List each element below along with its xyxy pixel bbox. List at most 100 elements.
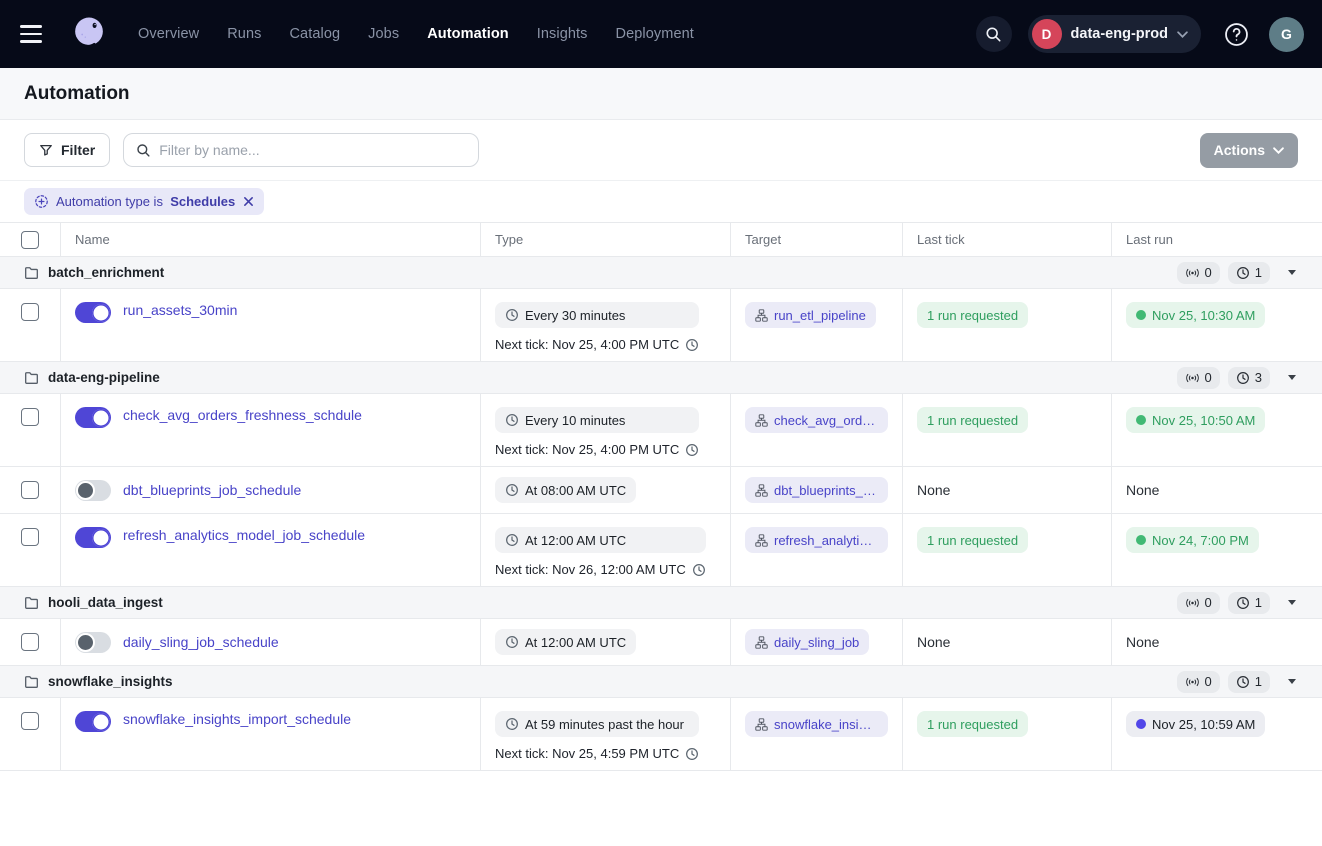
row-checkbox[interactable] — [21, 303, 39, 321]
filter-button[interactable]: Filter — [24, 133, 110, 167]
user-avatar[interactable]: G — [1269, 17, 1304, 52]
nav-item-jobs[interactable]: Jobs — [368, 26, 399, 42]
enabled-toggle[interactable] — [75, 711, 111, 732]
row-checkbox[interactable] — [21, 712, 39, 730]
nav-item-deployment[interactable]: Deployment — [616, 26, 694, 42]
enabled-toggle[interactable] — [75, 302, 111, 323]
last-tick-cell: 1 run requested — [903, 394, 1112, 466]
group-row: batch_enrichment01 — [0, 257, 1322, 289]
clock-icon — [505, 483, 519, 497]
nav-item-runs[interactable]: Runs — [227, 26, 261, 42]
row-checkbox[interactable] — [21, 408, 39, 426]
automation-name-link[interactable]: run_assets_30min — [123, 302, 237, 318]
type-cell: At 12:00 AM UTC — [481, 619, 731, 665]
job-icon — [755, 309, 768, 322]
last-run-pill[interactable]: Nov 25, 10:50 AM — [1126, 407, 1265, 433]
enabled-toggle[interactable] — [75, 407, 111, 428]
table-row: run_assets_30minEvery 30 minutesNext tic… — [0, 289, 1322, 362]
last-tick-cell: None — [903, 619, 1112, 665]
enabled-toggle[interactable] — [75, 480, 111, 501]
dagster-logo-icon[interactable] — [68, 13, 110, 55]
table-row: snowflake_insights_import_schedule At 59 … — [0, 698, 1322, 771]
schedule-type-pill: At 12:00 AM UTC — [495, 527, 706, 553]
top-nav: Overview Runs Catalog Jobs Automation Insight… — [0, 0, 1322, 68]
sensor-count-badge: 0 — [1177, 671, 1220, 693]
menu-icon[interactable] — [20, 20, 48, 48]
type-cell: At 12:00 AM UTCNext tick: Nov 26, 12:00 … — [481, 514, 731, 586]
enabled-toggle[interactable] — [75, 632, 111, 653]
automation-name-link[interactable]: refresh_analytics_model_job_schedule — [123, 527, 365, 543]
automation-name-link[interactable]: daily_sling_job_schedule — [123, 634, 279, 650]
table-row: daily_sling_job_schedule At 12:00 AM UTC d… — [0, 619, 1322, 666]
last-run-pill[interactable]: Nov 25, 10:59 AM — [1126, 711, 1265, 737]
target-pill[interactable]: check_avg_orders_ — [745, 407, 888, 433]
sensor-icon — [1185, 597, 1200, 609]
row-checkbox[interactable] — [21, 481, 39, 499]
clock-icon — [505, 533, 519, 547]
caret-down-icon[interactable] — [1288, 270, 1296, 275]
type-info: At 12:00 AM UTCNext tick: Nov 26, 12:00 … — [495, 527, 706, 577]
job-icon — [755, 484, 768, 497]
nav-item-automation[interactable]: Automation — [427, 26, 509, 42]
automation-type-icon — [34, 194, 49, 209]
type-info: At 08:00 AM UTC — [495, 477, 636, 503]
toolbar: Filter Actions — [0, 120, 1322, 181]
enabled-toggle[interactable] — [75, 527, 111, 548]
actions-button[interactable]: Actions — [1200, 133, 1298, 168]
run-status-dot — [1136, 415, 1146, 425]
row-checkbox-cell — [0, 394, 61, 466]
automation-type-filter-tag[interactable]: Automation type is Schedules — [24, 188, 264, 215]
last-run-pill[interactable]: Nov 24, 7:00 PM — [1126, 527, 1259, 553]
help-button[interactable] — [1217, 15, 1255, 53]
name-filter-input[interactable] — [159, 142, 466, 158]
automation-name-link[interactable]: snowflake_insights_import_schedule — [123, 711, 351, 727]
nav-item-insights[interactable]: Insights — [537, 26, 588, 42]
caret-down-icon[interactable] — [1288, 679, 1296, 684]
clock-icon — [685, 443, 699, 457]
caret-down-icon[interactable] — [1288, 600, 1296, 605]
workspace-switcher[interactable]: D data-eng-prod — [1028, 15, 1201, 53]
target-pill[interactable]: dbt_blueprints_job — [745, 477, 888, 503]
folder-icon — [24, 265, 39, 280]
target-pill[interactable]: run_etl_pipeline — [745, 302, 876, 328]
type-info: At 59 minutes past the hourNext tick: No… — [495, 711, 699, 761]
schedule-type-pill: At 12:00 AM UTC — [495, 629, 636, 655]
row-checkbox[interactable] — [21, 528, 39, 546]
last-tick-pill[interactable]: 1 run requested — [917, 302, 1028, 328]
filter-tag-text: Automation type is Schedules — [56, 194, 235, 209]
target-pill[interactable]: refresh_analytics_r — [745, 527, 888, 553]
automation-name-link[interactable]: dbt_blueprints_job_schedule — [123, 482, 301, 498]
target-cell: run_etl_pipeline — [731, 289, 903, 361]
clock-icon — [685, 338, 699, 352]
last-run-none: None — [1126, 482, 1159, 498]
row-checkbox-cell — [0, 698, 61, 770]
caret-down-icon[interactable] — [1288, 375, 1296, 380]
filter-button-label: Filter — [61, 142, 95, 158]
row-checkbox-cell — [0, 619, 61, 665]
select-all-checkbox[interactable] — [21, 231, 39, 249]
column-header-last-run: Last run — [1112, 223, 1322, 256]
sensor-icon — [1185, 372, 1200, 384]
row-checkbox-cell — [0, 467, 61, 513]
automation-name-link[interactable]: check_avg_orders_freshness_schdule — [123, 407, 362, 423]
search-button[interactable] — [976, 16, 1012, 52]
help-icon — [1223, 21, 1250, 48]
group-counts: 01 — [1177, 592, 1296, 614]
target-pill[interactable]: daily_sling_job — [745, 629, 869, 655]
last-tick-pill[interactable]: 1 run requested — [917, 711, 1028, 737]
nav-item-overview[interactable]: Overview — [138, 26, 199, 42]
last-tick-pill[interactable]: 1 run requested — [917, 407, 1028, 433]
last-run-pill[interactable]: Nov 25, 10:30 AM — [1126, 302, 1265, 328]
target-pill[interactable]: snowflake_insights — [745, 711, 888, 737]
group-name: data-eng-pipeline — [48, 370, 160, 385]
name-cell: run_assets_30min — [61, 289, 481, 361]
row-checkbox[interactable] — [21, 633, 39, 651]
chevron-down-icon — [1273, 147, 1284, 154]
job-icon — [755, 718, 768, 731]
group-name: batch_enrichment — [48, 265, 164, 280]
last-tick-pill[interactable]: 1 run requested — [917, 527, 1028, 553]
nav-item-catalog[interactable]: Catalog — [289, 26, 340, 42]
target-cell: check_avg_orders_ — [731, 394, 903, 466]
close-icon[interactable] — [243, 196, 254, 207]
last-run-cell: None — [1112, 619, 1322, 665]
